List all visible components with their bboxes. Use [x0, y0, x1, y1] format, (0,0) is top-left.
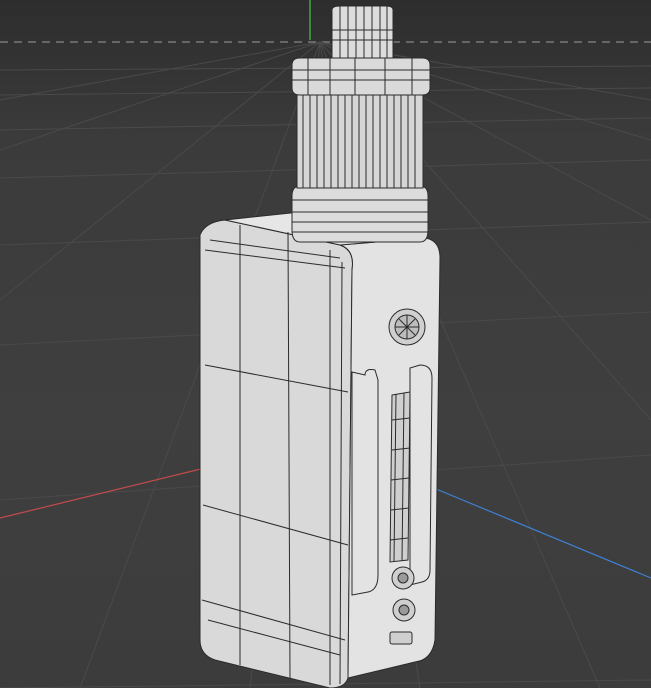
- atomizer-top-cap: [291, 57, 431, 96]
- down-button-center: [398, 604, 410, 616]
- vape-mod-model[interactable]: [199, 5, 441, 688]
- usb-port: [389, 631, 413, 645]
- mod-side-face: [339, 237, 441, 679]
- 3d-viewport[interactable]: [0, 0, 651, 688]
- drip-tip: [331, 5, 394, 59]
- viewport-canvas[interactable]: [0, 0, 651, 688]
- atomizer-base-ring: [291, 185, 429, 243]
- atomizer-tank: [296, 91, 424, 189]
- battery-window: [389, 391, 411, 563]
- up-button-center: [397, 572, 409, 584]
